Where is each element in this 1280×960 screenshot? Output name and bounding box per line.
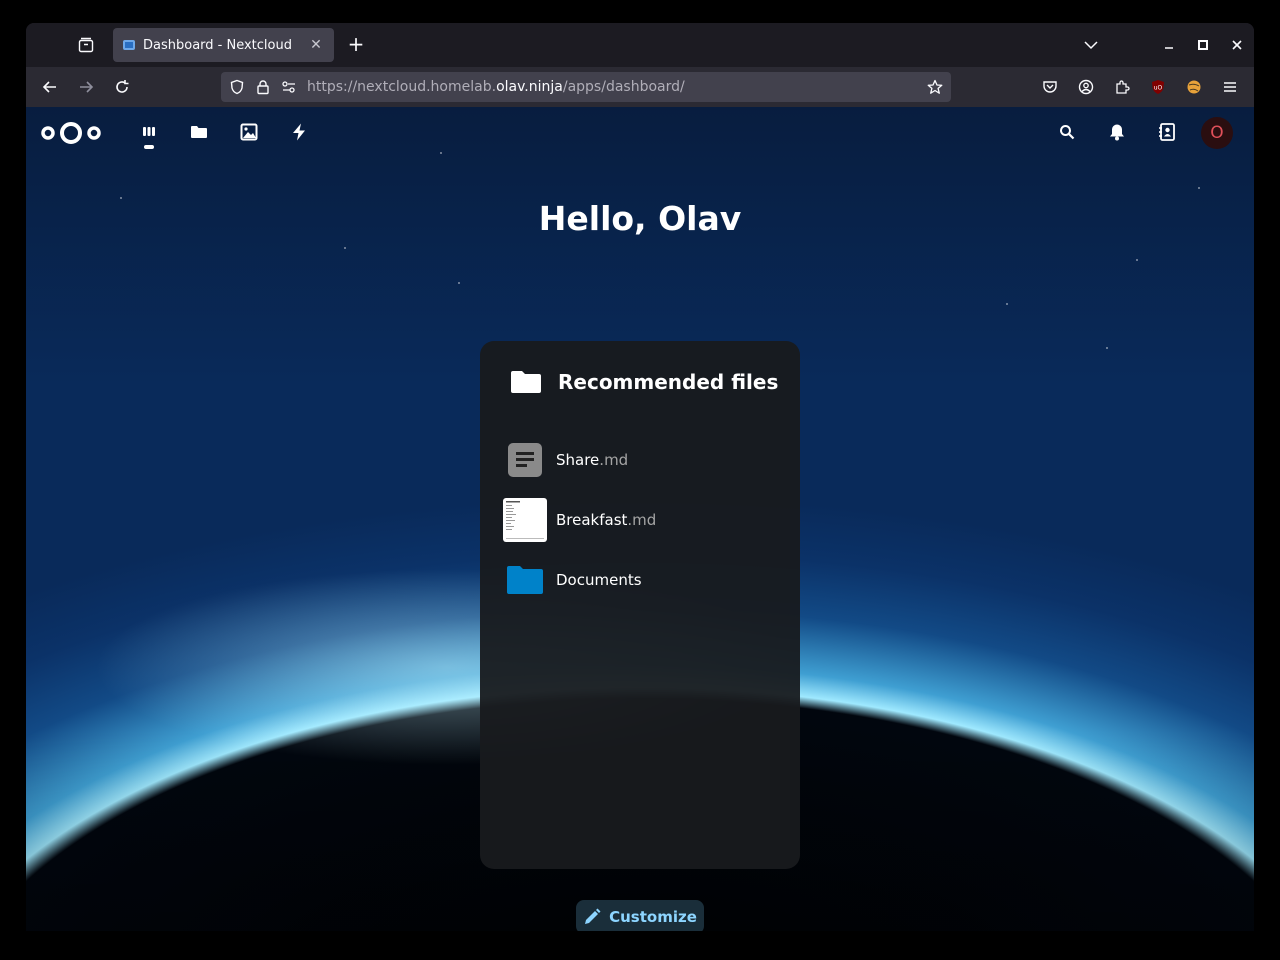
- lock-icon[interactable]: [253, 77, 273, 97]
- folder-icon: [511, 371, 541, 393]
- close-window-icon[interactable]: [1227, 35, 1247, 55]
- list-item[interactable]: Documents: [502, 555, 778, 605]
- text-document-icon: [502, 437, 548, 483]
- file-basename: Breakfast: [556, 511, 628, 529]
- url-prefix: https://nextcloud.homelab.: [307, 79, 497, 95]
- star: [1106, 347, 1108, 349]
- file-extension: .md: [627, 511, 657, 529]
- recommended-files-panel: Recommended files Share.md Breakfast.md …: [480, 341, 800, 869]
- extensions-icon[interactable]: [1110, 75, 1134, 99]
- bell-icon[interactable]: [1105, 120, 1129, 144]
- star: [344, 247, 346, 249]
- svg-text:uO: uO: [1154, 85, 1163, 92]
- file-extension: .md: [599, 451, 629, 469]
- shield-icon[interactable]: [227, 77, 247, 97]
- panel-header: Recommended files: [510, 369, 778, 395]
- nextcloud-logo-icon[interactable]: [40, 119, 102, 147]
- image-icon[interactable]: [237, 120, 261, 144]
- url-text[interactable]: https://nextcloud.homelab.olav.ninja/app…: [307, 79, 685, 95]
- pencil-icon: [585, 908, 601, 924]
- pocket-icon[interactable]: [1038, 75, 1062, 99]
- customize-label: Customize: [609, 908, 697, 926]
- navigation-toolbar: https://nextcloud.homelab.olav.ninja/app…: [26, 67, 1254, 107]
- lightning-icon[interactable]: [287, 120, 311, 144]
- avatar[interactable]: O: [1201, 117, 1233, 149]
- browser-window: Dashboard - Nextcloud ✕ + https://nextcl…: [26, 23, 1254, 931]
- panel-title: Recommended files: [558, 370, 779, 394]
- close-tab-icon[interactable]: ✕: [308, 37, 324, 53]
- active-app-indicator: [144, 145, 154, 149]
- menu-hamburger-icon[interactable]: [1218, 75, 1242, 99]
- contacts-icon[interactable]: [1155, 120, 1179, 144]
- folder-icon: [502, 557, 548, 603]
- page-title: Hello, Olav: [538, 199, 742, 238]
- document-preview-icon: [502, 497, 548, 543]
- nextcloud-header: O: [26, 107, 1254, 157]
- search-icon[interactable]: [1055, 120, 1079, 144]
- tab-overview-icon[interactable]: [74, 34, 98, 56]
- address-bar[interactable]: https://nextcloud.homelab.olav.ninja/app…: [221, 72, 951, 102]
- file-basename: Documents: [556, 571, 642, 589]
- minimize-icon[interactable]: [1159, 35, 1179, 55]
- back-arrow-icon[interactable]: [38, 75, 62, 99]
- tab-title: Dashboard - Nextcloud: [143, 37, 292, 53]
- maximize-icon[interactable]: [1193, 35, 1213, 55]
- nextcloud-favicon-icon: [123, 40, 135, 50]
- folder-icon[interactable]: [187, 120, 211, 144]
- list-item[interactable]: Share.md: [502, 435, 778, 485]
- nextcloud-page: O Hello, Olav Recommended files Share.md…: [26, 107, 1254, 931]
- extension-globe-icon[interactable]: [1182, 75, 1206, 99]
- customize-button[interactable]: Customize: [576, 900, 704, 931]
- tab-strip: Dashboard - Nextcloud ✕ +: [26, 23, 1254, 67]
- file-name: Share.md: [556, 451, 628, 469]
- file-name: Breakfast.md: [556, 511, 656, 529]
- reload-icon[interactable]: [110, 75, 134, 99]
- account-icon[interactable]: [1074, 75, 1098, 99]
- file-basename: Share: [556, 451, 600, 469]
- tab-dashboard[interactable]: Dashboard - Nextcloud ✕: [113, 28, 334, 62]
- url-path: /apps/dashboard/: [562, 79, 685, 95]
- star: [1006, 303, 1008, 305]
- bookmark-star-icon[interactable]: [925, 77, 945, 97]
- star: [1198, 187, 1200, 189]
- star: [458, 282, 460, 284]
- star: [1136, 259, 1138, 261]
- ublock-shield-icon[interactable]: uO: [1146, 75, 1170, 99]
- chevron-down-icon[interactable]: [1081, 35, 1101, 55]
- url-host: olav.ninja: [496, 79, 563, 95]
- new-tab-button[interactable]: +: [344, 33, 368, 57]
- file-name: Documents: [556, 571, 642, 589]
- dashboard-icon[interactable]: [137, 120, 161, 144]
- list-item[interactable]: Breakfast.md: [502, 495, 778, 545]
- forward-arrow-icon[interactable]: [74, 75, 98, 99]
- permissions-icon[interactable]: [279, 77, 299, 97]
